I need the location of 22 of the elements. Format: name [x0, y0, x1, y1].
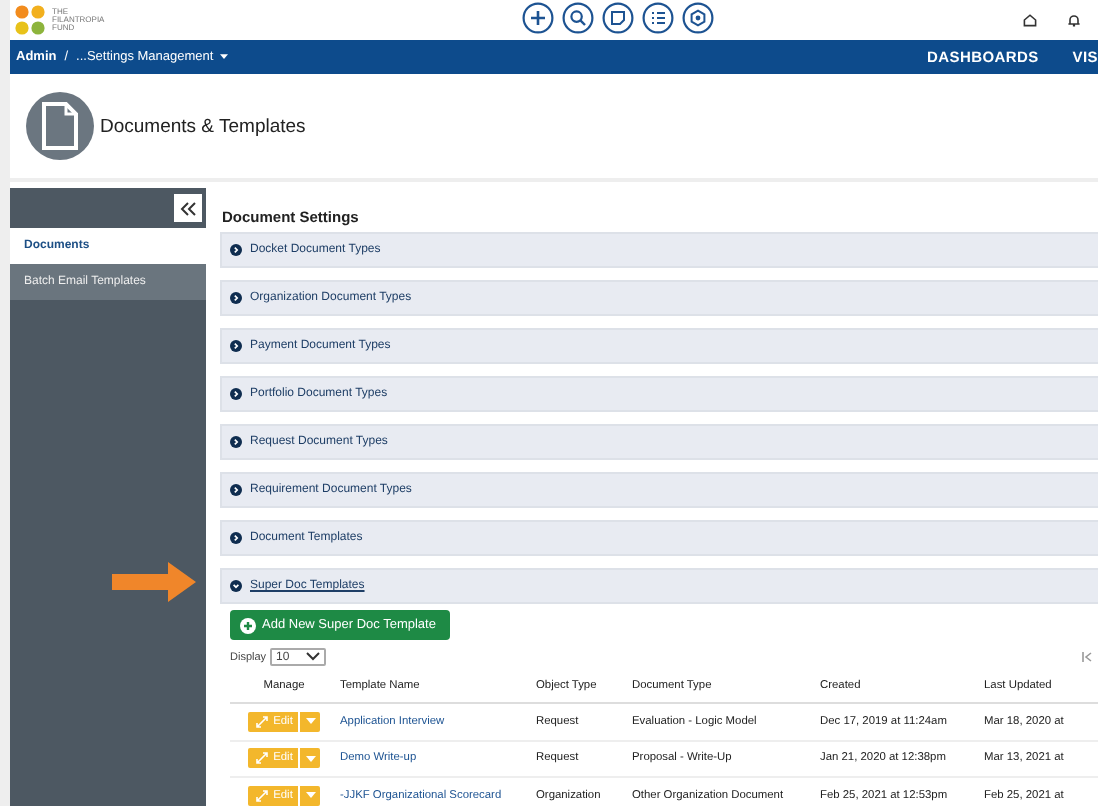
page-title: Documents & Templates	[100, 115, 306, 137]
bell-icon[interactable]	[1066, 12, 1082, 28]
expand-icon	[255, 715, 268, 728]
chevron-down-icon	[306, 652, 321, 662]
caret-icon	[305, 718, 316, 725]
caret-icon	[305, 755, 316, 762]
caret-icon	[219, 54, 228, 60]
arrow-icon	[112, 562, 196, 602]
caret-icon	[305, 792, 316, 799]
plus-circle-icon	[240, 617, 256, 633]
note-icon[interactable]	[602, 2, 634, 34]
expand-icon	[255, 752, 268, 765]
document-icon	[26, 92, 94, 160]
search-icon[interactable]	[562, 2, 594, 34]
add-icon[interactable]	[522, 2, 554, 34]
expand-icon	[255, 789, 268, 802]
logo-icon	[14, 4, 46, 36]
double-chevron-left-icon	[180, 201, 196, 215]
collapse-button[interactable]	[174, 194, 202, 222]
first-page-icon[interactable]	[1082, 652, 1092, 662]
checklist-icon[interactable]	[642, 2, 674, 34]
home-icon[interactable]	[1022, 12, 1038, 28]
